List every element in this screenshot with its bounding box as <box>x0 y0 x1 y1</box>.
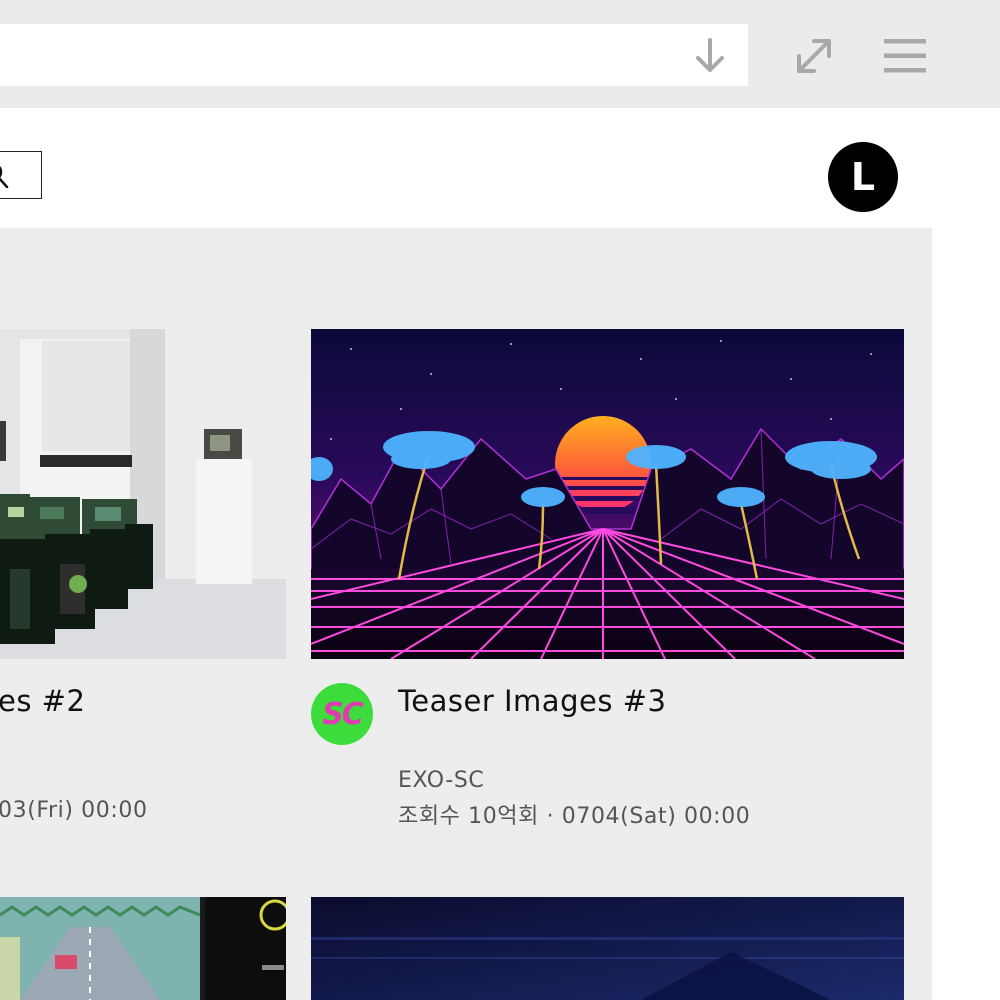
address-bar[interactable] <box>0 24 748 86</box>
video-date: 03(Fri) 00:00 <box>0 798 148 823</box>
video-thumbnail[interactable] <box>0 897 286 1000</box>
video-thumbnail[interactable] <box>311 897 904 1000</box>
expand-arrows-icon[interactable] <box>794 36 834 76</box>
video-title[interactable]: Teaser Images #3 <box>398 684 666 718</box>
channel-avatar[interactable]: SC <box>311 683 373 745</box>
video-title[interactable]: es #2 <box>0 684 85 718</box>
video-thumbnail[interactable] <box>0 329 286 659</box>
search-input[interactable] <box>0 151 42 199</box>
video-thumbnail[interactable] <box>311 329 904 659</box>
channel-name[interactable]: EXO-SC <box>398 768 484 793</box>
video-stats: 조회수 10억회 · 0704(Sat) 00:00 <box>398 804 751 829</box>
search-icon[interactable] <box>0 162 13 189</box>
arrow-down-icon[interactable] <box>690 36 730 76</box>
profile-avatar[interactable]: L <box>828 142 898 212</box>
hamburger-menu-icon[interactable] <box>882 36 928 76</box>
channel-avatar-text: SC <box>322 696 364 732</box>
profile-initial: L <box>850 155 876 199</box>
